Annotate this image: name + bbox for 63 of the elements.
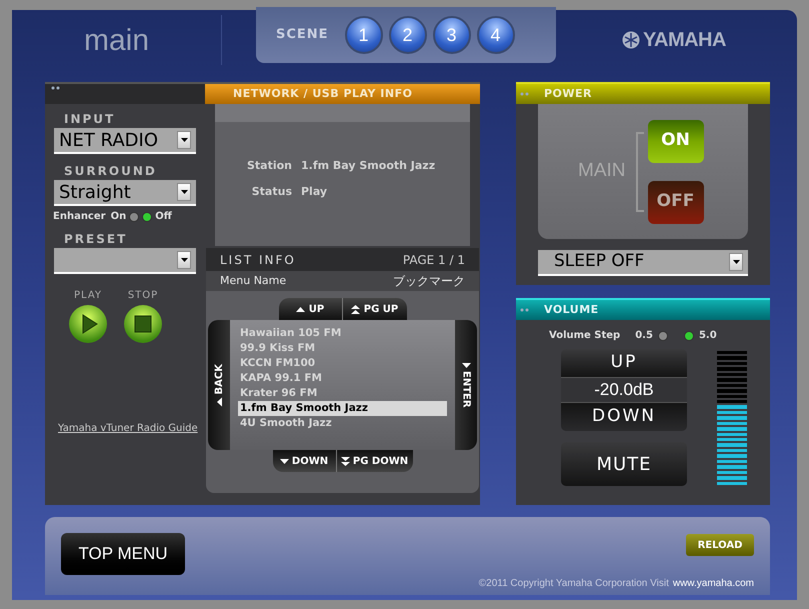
down-arrow-icon	[280, 458, 289, 464]
sleep-select[interactable]: SLEEP OFF	[538, 250, 748, 276]
transport-label: PLAY	[74, 289, 102, 303]
list-nav-button[interactable]: PG UP	[342, 298, 406, 320]
menu-name-label: Menu Name	[220, 272, 286, 289]
surround-select[interactable]: Straight	[54, 180, 196, 206]
list-nav-button[interactable]: UP	[278, 298, 342, 320]
panel-title: VOLUME	[544, 302, 599, 318]
option-label: 5.0	[698, 329, 717, 343]
option-label: Off	[155, 210, 172, 224]
menu-name-value: ブックマーク	[393, 273, 465, 290]
radio-guide-link[interactable]: Yamaha vTuner Radio Guide	[58, 422, 198, 436]
page-indicator: PAGE 1 / 1	[402, 252, 465, 268]
double-down-arrow-icon	[340, 456, 350, 466]
field-value: Play	[301, 184, 328, 200]
preset-select[interactable]	[54, 248, 196, 274]
scene-label: SCENE	[276, 26, 329, 44]
up-arrow-icon	[296, 306, 305, 312]
back-button[interactable]: BACK	[208, 320, 230, 450]
field-value: 1.fm Bay Smooth Jazz	[301, 158, 436, 174]
enter-button[interactable]: ENTER	[455, 320, 477, 450]
dots-icon	[520, 308, 530, 312]
option-label: On	[110, 210, 126, 224]
panel-title: NETWORK / USB PLAY INFO	[233, 86, 412, 102]
volume-step-label: Volume Step	[549, 329, 620, 343]
top-menu-button[interactable]: TOP MENU	[61, 533, 185, 575]
website-link[interactable]: www.yamaha.com	[672, 576, 754, 591]
volume-reading: -20.0dB	[561, 377, 687, 403]
list-title: LIST INFO	[220, 252, 296, 268]
volume-down-button[interactable]: DOWN	[561, 403, 687, 431]
list-nav-button[interactable]: DOWN	[272, 450, 336, 472]
station-item[interactable]: 1.fm Bay Smooth Jazz	[238, 401, 447, 416]
stop-button[interactable]	[123, 304, 163, 344]
field-label: Station	[246, 158, 292, 174]
dots-icon	[51, 86, 61, 90]
station-item[interactable]: 4U Smooth Jazz	[238, 416, 447, 431]
copyright-text: ©2011 Copyright Yamaha Corporation Visit	[478, 577, 669, 591]
radio-button[interactable]	[684, 330, 694, 340]
tuning-forks-logo-icon	[622, 31, 640, 49]
power-button[interactable]: OFF	[648, 180, 704, 224]
transport-label: STOP	[128, 289, 158, 303]
radio-button[interactable]	[129, 212, 140, 222]
surround-label: SURROUND	[64, 163, 158, 180]
play-button[interactable]	[68, 304, 108, 344]
radio-button[interactable]	[658, 330, 668, 340]
page-title: main	[84, 22, 150, 58]
radio-button[interactable]	[142, 212, 152, 222]
dots-icon	[520, 92, 530, 96]
mute-button[interactable]: MUTE	[561, 442, 687, 486]
reload-button[interactable]: RELOAD	[686, 534, 754, 556]
brand-logo: YAMAHA	[643, 28, 726, 53]
input-select[interactable]: NET RADIO	[54, 128, 196, 154]
input-label: INPUT	[64, 111, 116, 128]
double-up-arrow-icon	[350, 304, 360, 314]
left-arrow-icon	[216, 397, 222, 406]
volume-up-button[interactable]: UP	[561, 349, 687, 377]
preset-label: PRESET	[64, 231, 128, 248]
field-label: Status	[250, 184, 292, 200]
zone-label: MAIN	[578, 159, 626, 184]
enhancer-label: Enhancer	[53, 210, 106, 224]
list-nav-button[interactable]: PG DOWN	[336, 450, 412, 472]
option-label: 0.5	[635, 329, 653, 343]
panel-title: POWER	[544, 86, 592, 102]
